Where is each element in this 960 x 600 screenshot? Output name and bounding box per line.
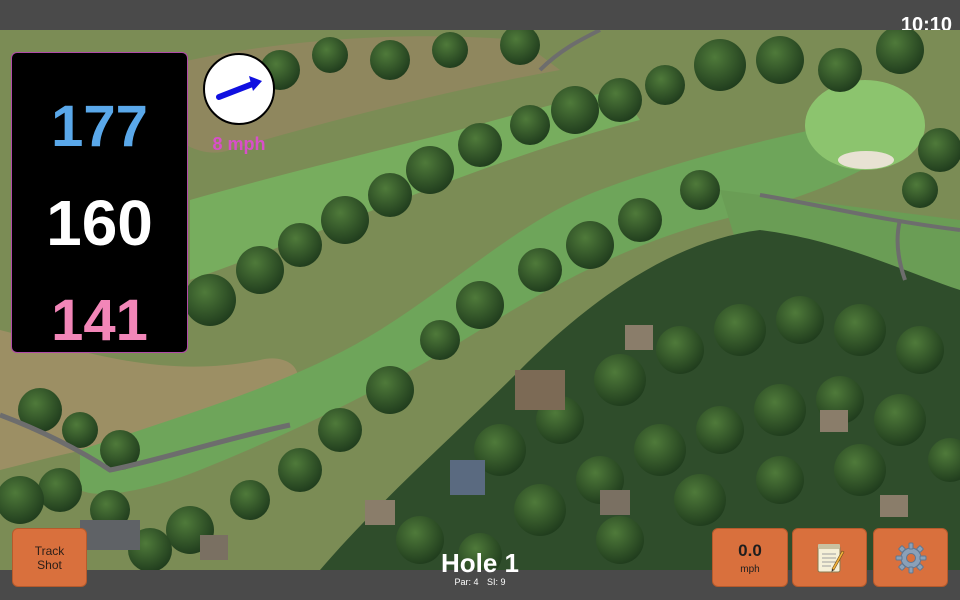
hole-par: Par: 4	[454, 577, 479, 587]
speed-unit: mph	[740, 563, 760, 575]
settings-button[interactable]	[873, 528, 948, 587]
speed-button[interactable]: 0.0 mph	[712, 528, 788, 587]
top-status-bar	[0, 0, 960, 30]
back-distance: 177	[51, 94, 148, 159]
speed-value: 0.0	[738, 540, 762, 560]
front-distance: 141	[51, 288, 148, 353]
wind-indicator	[203, 53, 275, 125]
hole-title: Hole 1	[440, 548, 520, 578]
arrow-icon	[216, 76, 262, 100]
satellite-map[interactable]: 177 160 141 8 mph	[0, 30, 960, 570]
hole-meta: Par: 4 SI: 9	[400, 577, 560, 587]
track-shot-label-line2: Shot	[37, 557, 62, 572]
distance-panel: 177 160 141	[11, 52, 188, 353]
track-shot-button[interactable]: Track Shot	[12, 528, 87, 587]
notes-button[interactable]	[792, 528, 867, 587]
hole-si: SI: 9	[487, 577, 506, 587]
notepad-icon	[817, 543, 844, 572]
track-shot-label-line1: Track	[34, 543, 65, 558]
gear-icon	[895, 542, 926, 573]
wind-speed: 8 mph	[212, 134, 266, 154]
center-distance: 160	[46, 187, 153, 259]
